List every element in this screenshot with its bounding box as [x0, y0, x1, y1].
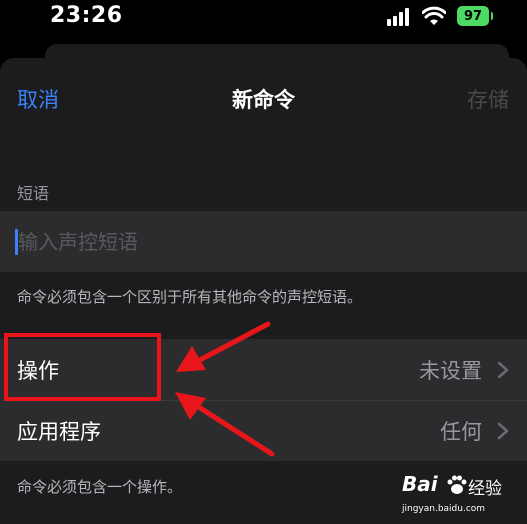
- baidu-watermark: Bai 经验 jingyan.baidu.com: [402, 470, 522, 520]
- chevron-right-icon: [497, 422, 509, 440]
- wifi-icon: [422, 6, 446, 25]
- action-value: 未设置: [419, 359, 482, 383]
- new-command-sheet: 取消 新命令 存储 短语 命令必须包含一个区别于所有其他命令的声控短语。 操作 …: [0, 58, 527, 524]
- watermark-brand-cn: 经验: [468, 479, 502, 499]
- application-row[interactable]: 应用程序 任何: [0, 400, 527, 461]
- phrase-footnote: 命令必须包含一个区别于所有其他命令的声控短语。: [17, 288, 363, 306]
- phrase-section-label: 短语: [17, 184, 50, 203]
- phrase-row[interactable]: [0, 211, 527, 272]
- battery-level: 97: [463, 8, 483, 24]
- save-button[interactable]: 存储: [467, 84, 509, 114]
- page-title: 新命令: [232, 88, 295, 112]
- status-time: 23:26: [50, 3, 123, 28]
- watermark-url: jingyan.baidu.com: [402, 504, 486, 514]
- application-label: 应用程序: [17, 420, 101, 444]
- status-bar: 23:26 97: [0, 0, 527, 40]
- annotation-highlight-box: [4, 333, 161, 401]
- battery-icon: 97: [457, 6, 493, 26]
- application-value: 任何: [440, 420, 482, 444]
- nav-bar: 取消 新命令 存储: [0, 58, 527, 138]
- paw-icon: [447, 475, 467, 494]
- text-caret: [15, 229, 18, 255]
- chevron-right-icon: [497, 361, 509, 379]
- signal-icon: [387, 8, 409, 26]
- phrase-input[interactable]: [18, 226, 508, 258]
- action-footnote: 命令必须包含一个操作。: [17, 478, 183, 496]
- watermark-brand: Bai: [402, 472, 438, 496]
